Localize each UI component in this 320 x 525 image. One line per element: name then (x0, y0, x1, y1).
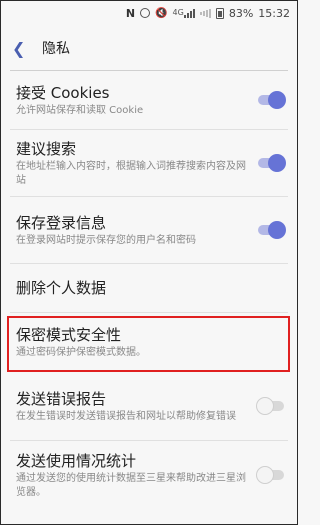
setting-title: 接受 Cookies (16, 83, 110, 102)
setting-send-usage-stats[interactable]: 发送使用情况统计 通过发送您的使用统计数据至三星来帮助改进三星浏览器。 (0, 441, 298, 509)
battery-percent: 83% (228, 6, 254, 20)
setting-search-suggestions[interactable]: 建议搜索 在地址栏输入内容时，根据输入词推荐搜索内容及网站 (0, 130, 298, 196)
usage-stats-toggle[interactable] (256, 466, 286, 484)
nfc-icon: N (125, 6, 136, 20)
back-chevron-icon[interactable]: ❮ (12, 39, 36, 58)
mute-icon: 🔇 (155, 7, 168, 19)
header: ❮ 隐私 (0, 26, 298, 70)
setting-title: 删除个人数据 (16, 279, 107, 297)
setting-title: 建议搜索 (16, 139, 77, 158)
search-suggestions-toggle[interactable] (256, 154, 286, 172)
setting-subtitle: 在地址栏输入内容时，根据输入词推荐搜索内容及网站 (16, 160, 246, 186)
setting-delete-personal-data[interactable]: 删除个人数据 (0, 264, 298, 312)
setting-title: 发送使用情况统计 (16, 451, 137, 470)
cookies-toggle[interactable] (256, 91, 286, 109)
signal-bars-icon (183, 8, 195, 18)
status-bar: N 🔇 4G 83% 15:32 (0, 0, 298, 26)
setting-subtitle: 允许网站保存和读取 Cookie (16, 104, 144, 116)
lte-signal: 4G (173, 8, 195, 18)
setting-subtitle: 通过发送您的使用统计数据至三星来帮助改进三星浏览器。 (16, 472, 246, 498)
setting-subtitle: 在发生错误时发送错误报告和网址以帮助修复错误 (16, 410, 236, 422)
clock: 15:32 (258, 6, 290, 20)
setting-accept-cookies[interactable]: 接受 Cookies 允许网站保存和读取 Cookie (0, 71, 298, 129)
setting-title: 保存登录信息 (16, 213, 107, 232)
page-title: 隐私 (42, 41, 70, 57)
setting-title: 发送错误报告 (16, 389, 107, 408)
signal-bars-secondary-icon (199, 8, 211, 18)
settings-list: 接受 Cookies 允许网站保存和读取 Cookie 建议搜索 在地址栏输入内… (0, 71, 298, 509)
battery-icon (215, 7, 224, 19)
error-reports-toggle[interactable] (256, 397, 286, 415)
setting-save-login[interactable]: 保存登录信息 在登录网站时提示保存您的用户名和密码 (0, 197, 298, 263)
setting-subtitle: 在登录网站时提示保存您的用户名和密码 (16, 234, 196, 246)
alarm-icon (140, 8, 151, 18)
save-login-toggle[interactable] (256, 221, 286, 239)
highlight-box (7, 316, 290, 372)
setting-send-error-reports[interactable]: 发送错误报告 在发生错误时发送错误报告和网址以帮助修复错误 (0, 372, 298, 440)
